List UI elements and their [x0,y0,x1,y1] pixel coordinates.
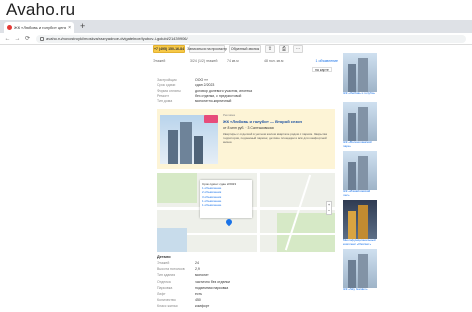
address-bar[interactable]: avaho.ru/novostroyki/moskva/razryadnoe-d… [36,34,466,43]
param-value: монолитно-кирпичный [195,99,232,104]
show-on-map-button[interactable]: на карте [312,67,332,72]
stat-item: 48 пол. кв.м [264,59,284,63]
more-icon[interactable]: ⋯ [293,45,303,53]
promo-banner[interactable]: Реклама ЖК «Любовь и голуби» — Второй се… [157,109,335,169]
detail-key: Класс жилья [157,304,178,309]
listing-caption[interactable]: ЖК «Измайловский лес» [343,190,377,198]
reload-icon[interactable]: ⟳ [24,35,31,43]
zoom-out-icon[interactable]: − [327,208,331,214]
map-zoom-control[interactable]: + − [326,201,332,215]
listing-thumbnail[interactable] [343,249,377,288]
listing-thumbnail[interactable] [343,151,377,190]
close-icon[interactable]: × [68,25,71,31]
page-content: +7 (495) 150-16-84 Записаться на просмот… [0,45,472,312]
similar-listing-card[interactable]: ЖК «Волоколамский парк» [343,102,377,149]
lock-icon [40,36,44,41]
stat-item: 74 кв.м [227,59,239,63]
promo-badge-icon [204,115,218,123]
watermark-logo: Avaho.ru [6,0,76,19]
map-pin-icon[interactable] [224,217,234,227]
promo-description: Квартиры с отделкой в уютном жилом кварт… [223,132,328,144]
param-key: Тип дома [157,99,173,104]
callback-button[interactable]: Обратный звонок [229,45,261,53]
similar-listing-card[interactable]: ЖК «Измайловский лес» [343,151,377,198]
tab-title: ЖК «Любовь и голуби» цены [14,25,67,30]
params-list: Застройщик ООО «» Срок сдачи сдан 2/2023 Ф… [157,78,252,104]
details-header: Детали [157,255,171,259]
back-icon[interactable]: ← [4,35,11,43]
promo-tag: Реклама [223,113,236,117]
forward-icon[interactable]: → [14,35,21,43]
details-section: Детали Этажей 24 Высота потолков 2,9 Тип з… [157,255,230,311]
phone-button[interactable]: +7 (495) 150-16-84 [153,45,185,53]
favicon-icon [7,25,12,30]
action-bar: +7 (495) 150-16-84 Записаться на просмот… [153,45,303,53]
map-popup: Срок сдачи: сдан 2/2023 1 объявление 2 о… [200,180,252,218]
listing-thumbnail[interactable] [343,53,377,92]
stats-row: Этажей 3/24 (1/2) этажей 74 кв.м 48 пол.… [153,59,338,63]
listing-caption[interactable]: ЖК «Любовь и голуби» [343,92,377,100]
browser-tab[interactable]: ЖК «Любовь и голуби» цены × [4,22,74,33]
promo-price: от 8 млн руб. · 3 Салтыковская [223,126,274,130]
similar-listings-sidebar: ЖК «Любовь и голуби» ЖК «Волоколамский п… [343,53,377,298]
listings-link[interactable]: 1 объявление [301,59,338,63]
print-icon[interactable]: ⎙ [279,45,289,53]
param-row: Тип дома монолитно-кирпичный [157,99,252,104]
similar-listing-card[interactable]: Многофункциональный комплекс «Рассвет» [343,200,377,247]
similar-listing-card[interactable]: ЖК «Любовь и голуби» [343,53,377,100]
listing-thumbnail[interactable] [343,200,377,239]
stat-item: Этажей [153,59,166,63]
similar-listing-card[interactable]: ЖК «Sky Garden» [343,249,377,296]
share-icon[interactable]: ⇪ [265,45,275,53]
listing-caption[interactable]: ЖК «Sky Garden» [343,288,377,296]
listing-thumbnail[interactable] [343,102,377,141]
listing-caption[interactable]: ЖК «Волоколамский парк» [343,141,377,149]
detail-row: Класс жилья комфорт [157,304,230,310]
browser-toolbar: ← → ⟳ avaho.ru/novostroyki/moskva/razrya… [0,33,472,45]
detail-value: комфорт [195,304,210,309]
listing-caption[interactable]: Многофункциональный комплекс «Рассвет» [343,239,377,247]
location-map[interactable]: Срок сдачи: сдан 2/2023 1 объявление 2 о… [157,173,335,252]
new-tab-button[interactable]: + [80,21,85,32]
map-popup-link[interactable]: 1 объявление [202,203,250,207]
promo-title[interactable]: ЖК «Любовь и голуби» — Второй сезон [223,119,302,124]
url-text: avaho.ru/novostroyki/moskva/razryadnoe-d… [46,36,188,41]
stat-item: 3/24 (1/2) этажей [190,59,218,63]
schedule-viewing-button[interactable]: Записаться на просмотр [187,45,227,53]
browser-tabbar: ЖК «Любовь и голуби» цены × + [0,20,472,33]
